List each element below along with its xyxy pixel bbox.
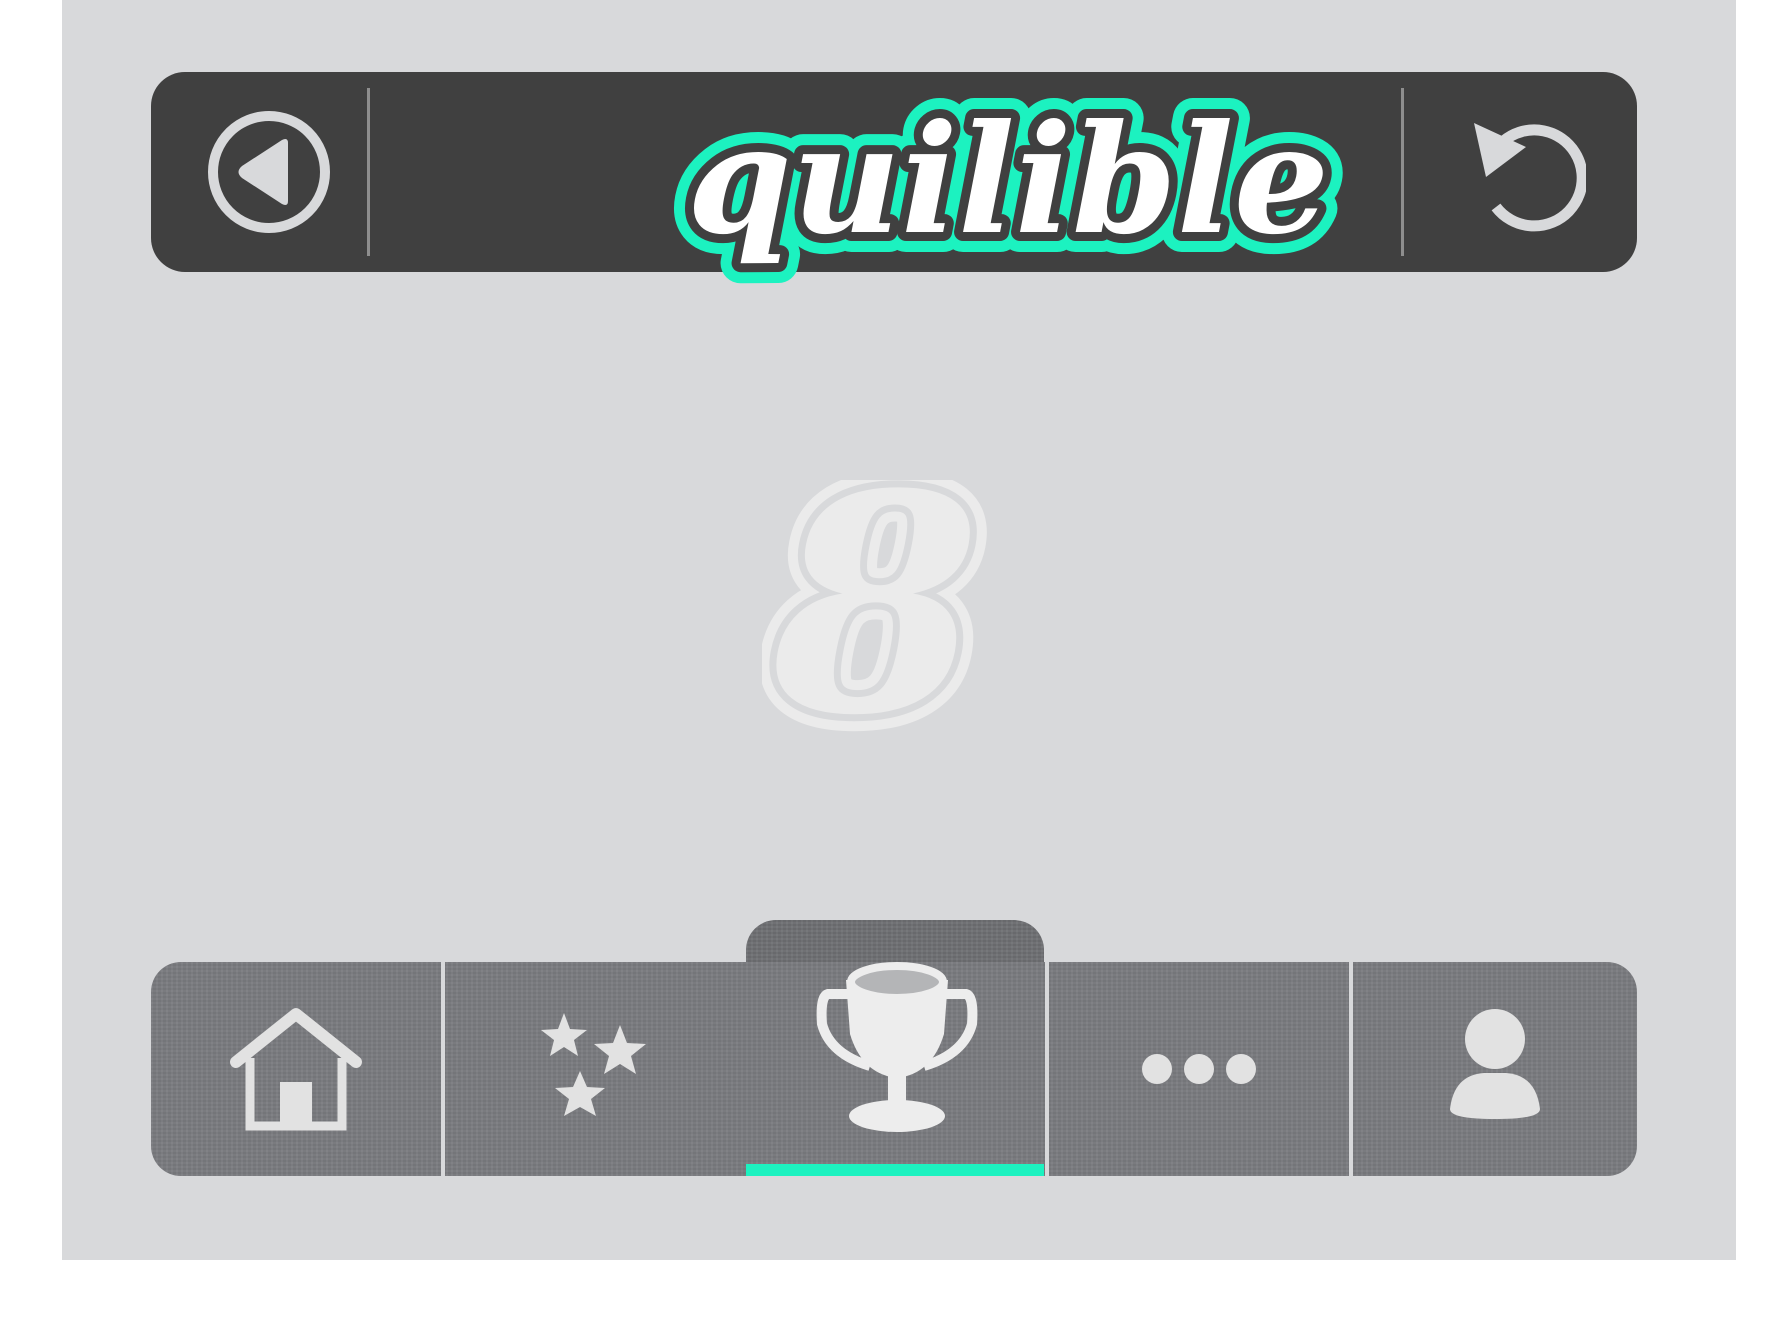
tab-bar (151, 962, 1637, 1176)
app-screen: quilible quilible quilible quilible 8 8 (62, 0, 1736, 1260)
quilible-q-mark-icon: 8 8 8 (750, 411, 997, 798)
home-icon (230, 1008, 362, 1131)
header-divider-left (367, 88, 370, 256)
tab-active-indicator (746, 1164, 1044, 1176)
trophy-icon (816, 962, 978, 1132)
tab-more[interactable] (1049, 962, 1349, 1176)
refresh-button[interactable] (1441, 92, 1601, 252)
svg-text:quilible: quilible (687, 92, 1329, 268)
tab-profile[interactable] (1353, 962, 1637, 1176)
stars-icon (540, 1013, 646, 1116)
person-icon (1450, 1009, 1540, 1119)
svg-text:8: 8 (767, 480, 980, 780)
tab-stars[interactable] (445, 962, 746, 1176)
back-button[interactable] (189, 92, 349, 252)
app-logo: quilible quilible quilible quilible (667, 72, 1349, 312)
tab-leaderboard[interactable] (748, 922, 1046, 1176)
more-dots-icon (1142, 1054, 1256, 1084)
header-bar: quilible quilible quilible quilible (151, 72, 1637, 288)
header-divider-right (1401, 88, 1404, 256)
tab-home[interactable] (151, 962, 441, 1176)
back-circle-icon (208, 111, 330, 233)
center-logo-mark: 8 8 8 (750, 411, 1002, 798)
refresh-icon (1474, 123, 1586, 232)
